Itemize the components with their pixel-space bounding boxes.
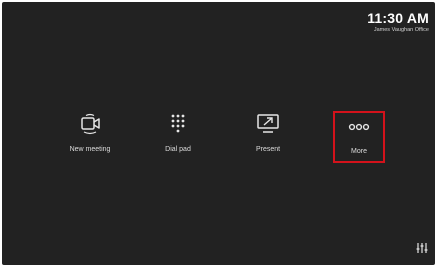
room-name: James Vaughan Office bbox=[373, 27, 429, 33]
dial-pad-label: Dial pad bbox=[165, 146, 191, 153]
more-button[interactable]: More bbox=[333, 111, 385, 163]
dial-pad-icon bbox=[171, 114, 185, 133]
clock-time: 11:30 AM bbox=[367, 10, 429, 26]
teams-room-home-screen: 11:30 AM James Vaughan Office New meetin… bbox=[2, 2, 435, 265]
dial-pad-button[interactable]: Dial pad bbox=[148, 108, 208, 168]
settings-sliders-icon[interactable] bbox=[415, 241, 429, 255]
video-camera-icon bbox=[81, 113, 100, 135]
present-button[interactable]: Present bbox=[238, 108, 298, 168]
present-label: Present bbox=[255, 146, 281, 153]
present-screen-icon bbox=[257, 114, 279, 133]
new-meeting-label: New meeting bbox=[69, 146, 111, 153]
more-ellipsis-icon bbox=[348, 123, 370, 131]
clock-panel: 11:30 AM James Vaughan Office bbox=[367, 10, 429, 34]
new-meeting-button[interactable]: New meeting bbox=[60, 108, 120, 168]
more-label: More bbox=[351, 148, 367, 155]
